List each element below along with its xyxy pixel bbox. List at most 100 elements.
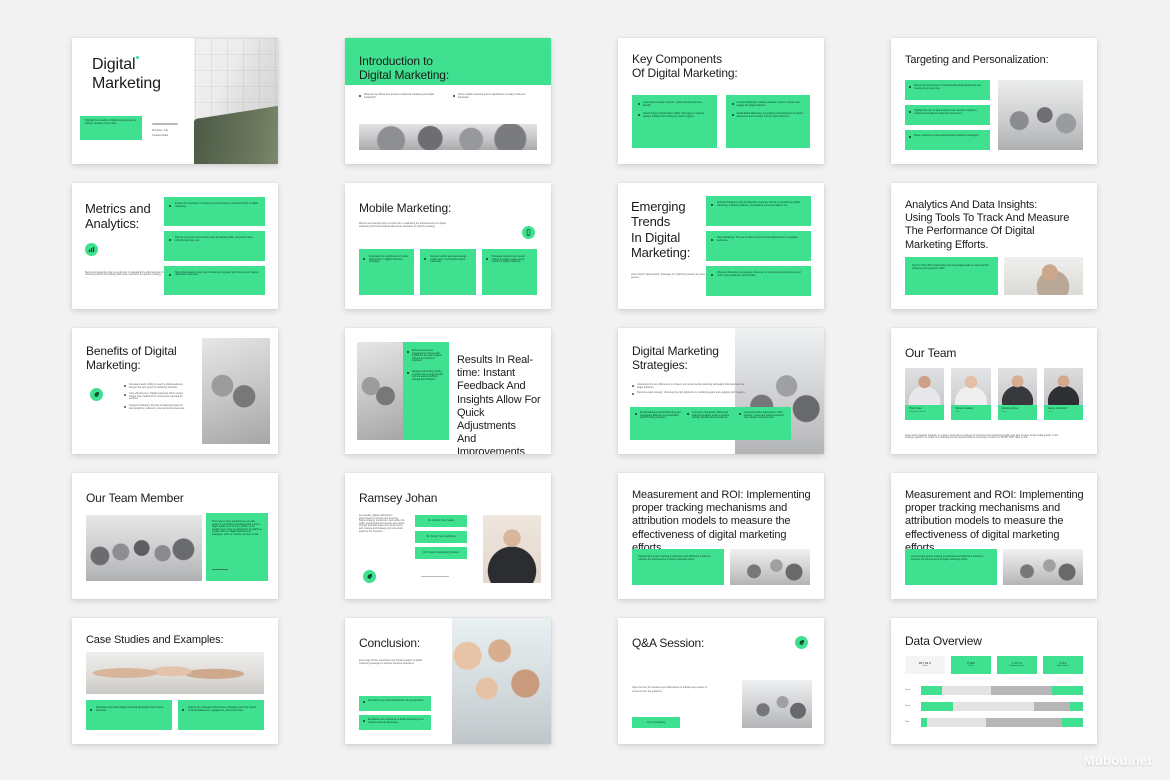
metrics-title-line1: Metrics and [85,201,151,216]
intro-title-line1: Introduction to [359,54,433,68]
intro-title-line2: Digital Marketing: [359,68,450,83]
watermark: Mubou.net [1083,753,1152,768]
team-member-card[interactable]: Marissa Rose CMO [997,368,1037,420]
strategies-green-band: Email Marketing: Email Marketing and Neg… [630,407,791,440]
results-title-line4: Insights Allow For [457,393,541,406]
roi-a-green-block: Implementing proper tracking mechanisms … [632,549,724,585]
mobile-card-1: Emphasize the significance of mobile opt… [359,249,415,295]
roi-a-photo [730,549,810,585]
stat-card: 2.8 K New visitors [1043,656,1083,674]
insights-title-line2: Using Tools To Track And Measure [905,212,1070,225]
mobile-card-2: Discuss mobile responsive design, mobile… [420,249,476,295]
chart-row: Email [905,701,1083,711]
results-title-line3: Feedback And [457,380,526,393]
targeting-card-2: Highlight the role of data analytics and… [905,105,990,125]
benefits-bullet-3: Targeted marketing: Precise ad targeting… [124,405,186,410]
roi-b-title-line1: Measurement and ROI: Implementing [905,489,1084,501]
ramsey-step-2[interactable]: 02. Know Your Audience [415,531,467,543]
intro-bullet-1: What are the differences between traditi… [359,94,443,99]
intro-photo [359,124,537,150]
cover-byline-2: Creative Media [152,135,169,138]
team-title: Our Team [905,346,957,360]
team-footer: Team works together tirelessly to create… [905,434,1059,440]
ramsey-step-1[interactable]: 01. Define Your Goals [415,515,467,527]
slide-thumbnail-targeting[interactable]: Targeting and Personalization: Discuss t… [891,38,1097,164]
mobile-title: Mobile Marketing: [359,201,452,215]
slide-thumbnail-measurement-roi-a[interactable]: Measurement and ROI: Implementing proper… [618,473,824,599]
team-member-card[interactable]: Tharr Alaa Creative Director [905,368,945,420]
mobile-body: Metrics and analytics play a crucial rol… [359,223,446,228]
slide-thumbnail-team-member[interactable]: Our Team Member Their goal is open marke… [72,473,278,599]
conclusion-body: Encourage further exploration and implem… [359,660,423,665]
slide-thumbnail-key-components[interactable]: Key Components Of Digital Marketing: Lea… [618,38,824,164]
ramsey-step-3[interactable]: 03. Create Compelling Content [415,547,467,559]
data-overview-title: Data Overview [905,634,982,648]
slide-thumbnail-qa-session[interactable]: Q&A Session: Open the floor for question… [618,618,824,744]
slide-thumbnail-ramsey-johan[interactable]: Ramsey Johan As a leader, digital market… [345,473,551,599]
conclusion-title: Conclusion: [359,636,421,650]
metrics-body: Metrics and analytics play a crucial rol… [85,271,172,277]
conclusion-photo [443,618,551,744]
chart-row: Social [905,685,1083,695]
roi-a-title-line2: proper tracking mechanisms and [632,502,788,515]
slide-thumbnail-strategies[interactable]: Digital Marketing Strategies: Understand… [618,328,824,454]
strategies-intro-2: Recommended strategy: Choosing the right… [632,392,747,396]
benefits-bullet-2: Cost-effectiveness: Digital marketing of… [124,393,186,401]
benefits-title-line2: Marketing: [86,358,141,373]
targeting-card-1: Discuss the importance of understanding … [905,80,990,100]
stat-card: 6 000 Likes [951,656,991,674]
qa-body: Open the floor for questions and discuss… [632,687,708,694]
key-card-left: Learn about website structure, mobile fr… [632,95,717,148]
slide-thumbnail-analytics-insights[interactable]: Analytics And Data Insights: Using Tools… [891,183,1097,309]
strategies-card-2: Commerce Integration: Billing and sellin… [686,412,734,435]
targeting-card-3: Share examples of successful targeted ma… [905,130,990,150]
slide-thumbnail-real-time-results[interactable]: Enhanced customer engagement: Interact w… [345,328,551,454]
data-overview-chart: Social Email Paid [905,682,1083,730]
slide-thumbnail-mobile[interactable]: Mobile Marketing: Metrics and analytics … [345,183,551,309]
qa-photo [742,680,812,728]
slide-thumbnail-metrics[interactable]: Metrics and Analytics: Metrics and analy… [72,183,278,309]
intro-bullet-2: Define digital marketing and its signifi… [453,94,537,99]
insights-photo [1004,257,1083,295]
trends-body: Voice Search Optimization: Strategies fo… [631,274,713,279]
case-studies-photo [86,652,264,694]
slide-thumbnail-introduction[interactable]: Introduction to Digital Marketing: What … [345,38,551,164]
roi-b-title-line2: proper tracking mechanisms and [905,502,1061,515]
slide-thumbnail-data-overview[interactable]: Data Overview 367.93 K Views 6 000 Likes… [891,618,1097,744]
cover-accent-dot [136,56,139,59]
case-studies-card-left: Showcase successful digital marketing ca… [86,700,172,730]
slide-thumbnail-measurement-roi-b[interactable]: Measurement and ROI: Implementing proper… [891,473,1097,599]
strategies-title-line1: Digital Marketing [632,344,719,358]
trends-card-2: Video Marketing: The rise of video conte… [705,231,811,261]
slide-thumbnail-emerging-trends[interactable]: Emerging Trends In Digital Marketing: Vo… [618,183,824,309]
strategies-card-1: Email Marketing: Email Marketing and Neg… [635,412,682,435]
team-member-card[interactable]: Jamie Fernandz CTO [1043,368,1083,420]
strategies-card-3: Conversion Rate Optimization: Unify trac… [738,412,786,435]
slide-thumbnail-our-team[interactable]: Our Team Tharr Alaa Creative Director Si… [891,328,1097,454]
results-title-line2: time: Instant [457,367,515,380]
results-title-line1: Results In Real- [457,354,533,366]
qa-title: Q&A Session: [632,636,705,650]
case-studies-card-right: Analyze the strategies behind these camp… [178,700,264,730]
metrics-card-3: Show how analytics tools help in obtaini… [164,265,265,295]
mobile-badge-icon [522,226,535,239]
slide-thumbnail-case-studies[interactable]: Case Studies and Examples: Showcase succ… [72,618,278,744]
results-title-line5: Quick Adjustments [457,406,516,432]
benefits-title-line1: Benefits of Digital [86,344,177,358]
slide-thumbnail-benefits[interactable]: Benefits of Digital Marketing: Increased… [72,328,278,454]
benefits-bullet-1: Increased reach: Ability to reach a glob… [124,384,186,389]
slide-thumbnail-conclusion[interactable]: Conclusion: Encourage further exploratio… [345,618,551,744]
team-member-photo [86,515,202,581]
strategies-intro-1: Understand the key differences in conten… [632,384,747,389]
cover-green-text: Highlight the benefits of digital market… [85,120,137,125]
key-title-line2: Of Digital Marketing: [632,66,738,81]
leaf-badge-icon [795,636,808,649]
ramsey-photo [483,515,541,583]
team-member-card[interactable]: Silvana Galaxy CEO [951,368,991,420]
ramsey-body: As a leader, digital marketing is determ… [359,515,405,533]
qa-company-button[interactable]: Your Company [632,717,680,728]
chart-badge-icon [85,242,98,256]
insights-title-line1: Analytics And Data Insights: [905,199,1038,211]
slide-thumbnail-cover[interactable]: Digital Marketing Highlight the benefits… [72,38,278,164]
cover-green-block: Highlight the benefits of digital market… [80,116,142,140]
